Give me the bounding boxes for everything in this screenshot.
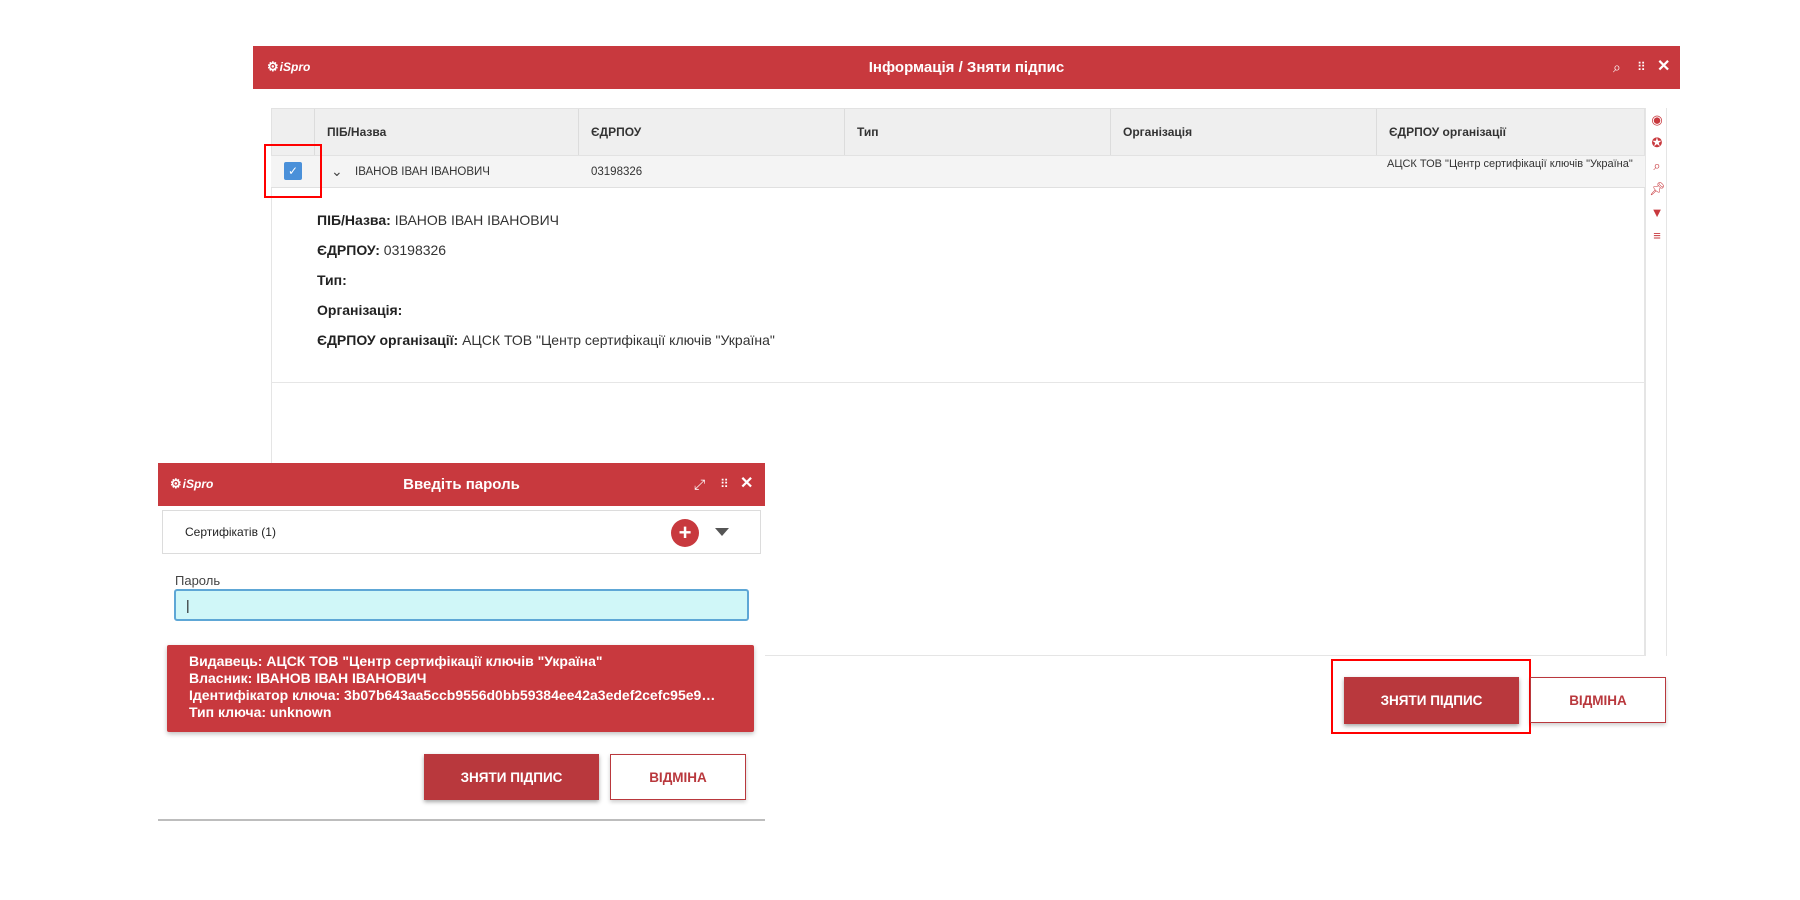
close-icon[interactable]: ✕ [740,475,753,493]
checkbox-highlight [264,144,322,198]
grid-header: ПІБ/Назва ЄДРПОУ Тип Організація ЄДРПОУ … [271,108,1645,156]
search-icon[interactable]: ⌕ [1613,58,1621,76]
cancel-button[interactable]: ВІДМІНА [1530,677,1666,723]
close-icon[interactable]: ✕ [1657,58,1670,76]
password-dialog-header: ⚙iSpro Введіть пароль ⤢ ⠿ ✕ [158,463,765,506]
expand-icon[interactable]: ⤢ [694,475,705,493]
password-label: Пароль [175,573,221,588]
column-header-edrpou[interactable]: ЄДРПОУ [578,109,857,155]
row-edrpou: 03198326 [591,166,643,178]
row-name: ІВАНОВ ІВАН ІВАНОВИЧ [355,166,490,178]
sort-icon[interactable]: ≡ [1649,228,1665,244]
certificates-label: Сертифікатів (1) [185,525,276,539]
main-window-header: ⚙iSpro Інформація / Зняти підпис ⌕ ⠿ ✕ [253,46,1680,89]
window-title: Інформація / Зняти підпис [868,59,1065,76]
column-header-org-edrpou[interactable]: ЄДРПОУ організації [1376,109,1657,155]
drag-grip-icon[interactable]: ⠿ [1637,58,1646,76]
detail-divider [271,382,1645,383]
password-input[interactable]: | [174,589,749,621]
detail-edrpou: ЄДРПОУ: 03198326 [317,242,447,258]
eye-icon[interactable]: ◉ [1649,112,1665,128]
owner-text: Власник: ІВАНОВ ІВАН ІВАНОВИЧ [189,670,427,686]
pin-icon[interactable]: 📌︎ [1649,181,1666,197]
certificates-selector[interactable]: Сертифікатів (1) + [162,510,761,554]
table-row[interactable]: ⌄ ІВАНОВ ІВАН ІВАНОВИЧ 03198326 АЦСК ТОВ… [271,156,1645,188]
column-header-organization[interactable]: Організація [1110,109,1389,155]
dialog-cancel-button[interactable]: ВІДМІНА [610,754,746,800]
issuer-text: Видавець: АЦСК ТОВ "Центр сертифікації к… [189,653,603,669]
detail-organization: Організація: [317,302,403,318]
key-id-text: Ідентифікатор ключа: 3b07b643aa5ccb9556d… [189,687,716,703]
column-header-name[interactable]: ПІБ/Назва [314,109,591,155]
row-org-edrpou: АЦСК ТОВ "Центр сертифікації ключів "Укр… [1387,158,1633,170]
chevron-down-icon[interactable] [715,528,729,536]
certificate-info-box: Видавець: АЦСК ТОВ "Центр сертифікації к… [167,645,754,732]
key-type-text: Тип ключа: unknown [189,704,332,720]
filter-icon[interactable]: ▼ [1649,205,1665,221]
add-certificate-button[interactable]: + [671,519,699,547]
drag-grip-icon[interactable]: ⠿ [720,475,729,493]
confirm-button-highlight [1331,659,1531,734]
detail-org-edrpou: ЄДРПОУ організації: АЦСК ТОВ "Центр серт… [317,332,775,348]
detail-name: ПІБ/Назва: ІВАНОВ ІВАН ІВАНОВИЧ [317,212,559,228]
column-header-type[interactable]: Тип [844,109,1123,155]
chevron-down-icon[interactable]: ⌄ [331,163,343,180]
palette-icon[interactable]: ✪ [1649,135,1665,151]
side-toolbar: ◉ ✪ ⌕ 📌︎ ▼ ≡ [1645,108,1667,656]
dialog-bottom-divider [158,819,765,821]
dialog-title: Введіть пароль [403,476,520,493]
detail-type: Тип: [317,272,347,288]
dialog-remove-signature-button[interactable]: ЗНЯТИ ПІДПИС [424,754,599,800]
search-icon[interactable]: ⌕ [1649,158,1665,174]
